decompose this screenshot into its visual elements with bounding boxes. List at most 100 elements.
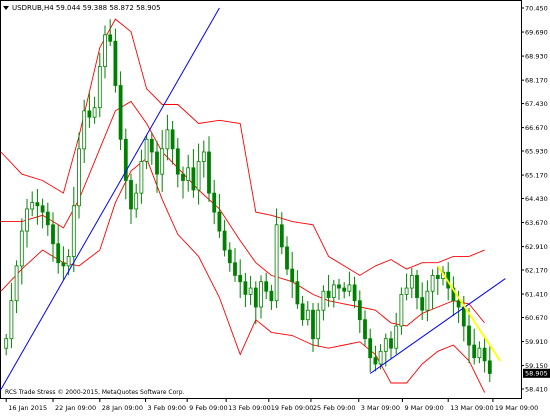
symbol-ohlc-readout: USDRUB,H4 59.044 59.388 58.872 58.905 [12,4,161,12]
y-tick-label: 65.930 [525,147,548,155]
candle-body [71,205,76,257]
candle-body [269,290,274,302]
price-chart[interactable]: 70.450 69.690 68.930 68.170 67.430 66.670 65.9… [0,0,550,413]
candle-body [425,290,430,311]
candle-body [123,138,128,181]
candle-body [196,161,201,191]
candle-body [118,85,123,140]
copyright-text: RCS Trade Stress © 2000-2015, MetaQuotes… [5,389,185,396]
candle-body [347,284,352,292]
candle-body [201,151,206,162]
candle-body [368,338,373,359]
candle-body [61,262,66,267]
x-tick-label: 9 Mar 09:00 [404,404,443,412]
candle-body [233,262,237,276]
candle-body [373,357,378,365]
candle-body [181,173,185,181]
candle-body [389,338,393,349]
candle-body [487,360,492,374]
candle-body [45,211,50,226]
x-tick-label: 22 Jan 09:00 [55,404,96,412]
candle-body [56,243,61,264]
y-tick-label: 61.410 [525,290,548,298]
x-tick-label: 19 Feb 09:00 [271,404,314,412]
candle-body [259,281,263,308]
candle-body [383,338,388,352]
candle-body [331,284,336,298]
candle-body [19,230,24,267]
candle-body [40,205,45,213]
candle-body [217,211,222,232]
candle-body [165,129,170,150]
candle-body [227,249,232,264]
y-tick-label: 65.170 [525,171,548,179]
candle-body [87,110,92,118]
price-axis: 70.450 69.690 68.930 68.170 67.430 66.670 65.9… [521,4,548,393]
candle-body [238,274,243,283]
candle-body [77,148,81,207]
candle-body [222,230,227,251]
candle-body [404,287,409,295]
candle-body [472,344,477,359]
candle-body [352,284,357,302]
candle-body [25,208,29,232]
y-tick-label: 68.170 [525,76,548,84]
y-tick-label: 59.910 [525,338,548,346]
x-tick-label: 13 Feb 09:00 [228,404,271,412]
candle-body [300,303,305,321]
chart-title-bar: USDRUB,H4 59.044 59.388 58.872 58.905 [0,0,161,16]
candle-body [399,293,404,327]
candle-body [316,309,321,340]
candle-body [108,34,113,42]
candle-body [435,274,440,279]
candle-body [248,287,253,295]
candle-body [337,284,341,289]
candle-body [430,274,435,292]
candle-body [92,107,97,118]
candle-body [160,148,165,175]
candle-body [342,287,347,292]
candle-body [477,347,482,359]
candle-body [155,151,159,175]
candle-body [191,167,196,191]
candle-body [321,290,326,311]
candle-body [134,192,139,210]
y-tick-label: 70.450 [525,4,548,12]
y-tick-label: 63.670 [525,219,548,227]
x-tick-label: 9 Feb 09:00 [189,404,228,412]
dropdown-arrow-icon[interactable] [3,6,9,10]
y-tick-label: 58.410 [525,385,548,393]
candle-body [139,161,144,194]
candle-body [274,224,279,302]
candle-body [420,297,425,311]
y-tick-label: 64.430 [525,195,548,203]
candle-body [144,138,149,162]
x-tick-label: 13 Mar 09:00 [450,404,493,412]
y-tick-label: 60.670 [525,314,548,322]
candle-body [97,66,102,109]
x-tick-label: 3 Feb 09:00 [148,404,187,412]
candle-body [456,300,461,308]
candle-body [175,148,180,175]
current-price-label: 58.905 [525,370,548,378]
y-tick-label: 62.170 [525,266,548,274]
candle-body [207,151,211,194]
candle-body [409,274,414,289]
chart-window: USDRUB,H4 59.044 59.388 58.872 58.905 70… [0,0,550,413]
candle-body [66,256,71,267]
candle-body [253,287,258,308]
candle-body [305,309,310,321]
candle-body [4,338,9,349]
candle-body [461,306,466,327]
candle-body [243,281,248,295]
candle-body [14,265,19,302]
candle-body [295,281,300,305]
candle-body [51,224,55,245]
candle-body [30,202,35,210]
candle-body [378,350,383,365]
x-tick-label: 19 Mar 09:00 [495,404,538,412]
candle-body [357,300,362,321]
y-tick-label: 68.930 [525,52,548,60]
candle-body [149,138,154,153]
candle-body [103,34,107,67]
